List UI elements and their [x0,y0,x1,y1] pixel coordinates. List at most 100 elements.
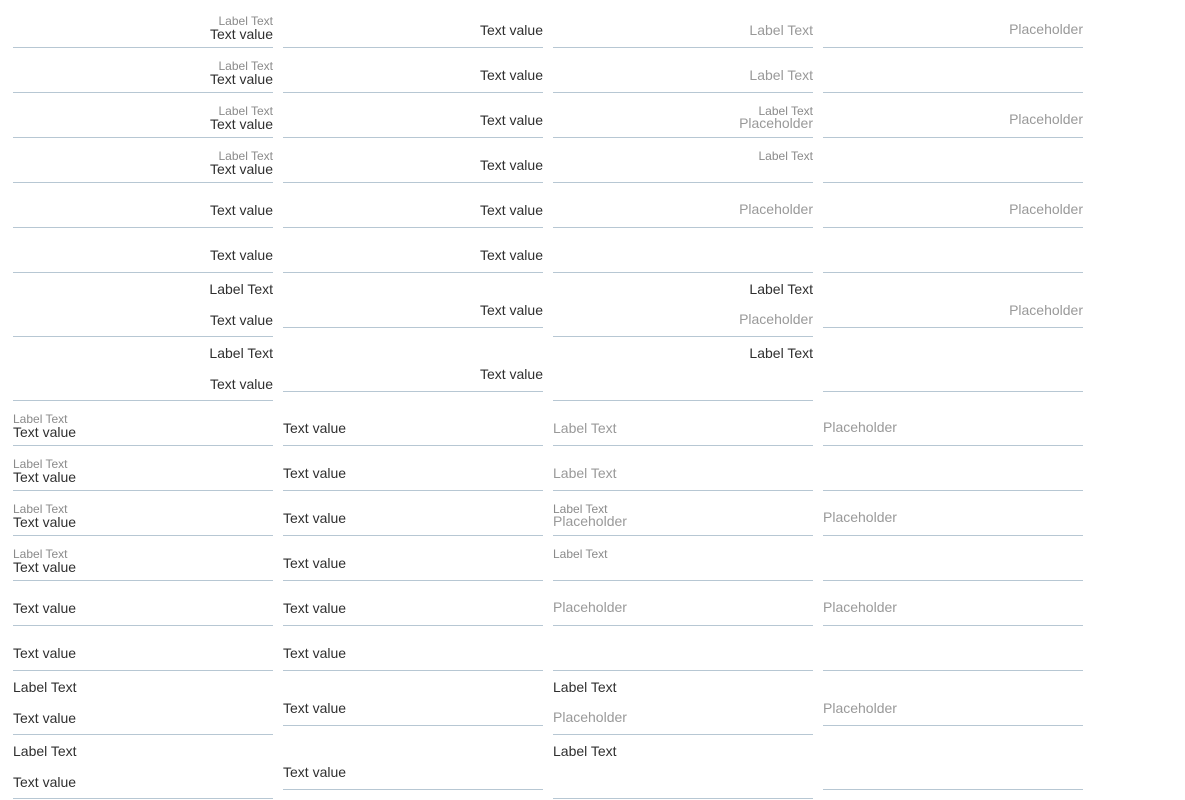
text-field[interactable]: Text value [283,626,543,671]
text-field[interactable] [823,337,1083,392]
text-field[interactable]: Text value [13,183,273,228]
field-label: Label Text [553,743,617,759]
text-field[interactable]: Text value [283,581,543,626]
field-value: Text value [479,202,543,218]
text-field[interactable]: Label Text [553,446,813,491]
text-field[interactable] [823,446,1083,491]
text-field[interactable]: Label Text Text value [13,536,273,581]
text-field[interactable]: Text value [283,337,543,392]
field-value: Text value [13,514,77,530]
field-value: Text value [13,600,77,616]
text-field[interactable]: Text value [283,183,543,228]
text-field[interactable]: Label Text Placeholder [553,491,813,536]
field-value: Text value [479,302,543,318]
text-field[interactable]: Label Text Text value [13,735,273,799]
text-field[interactable]: Placeholder [823,183,1083,228]
text-field[interactable]: Label Text [553,735,813,799]
field-label: Label Text [209,281,273,297]
text-field[interactable]: Label Text Text value [13,446,273,491]
field-value: Text value [283,764,347,780]
text-field[interactable]: Label Text Text value [13,138,273,183]
text-field[interactable]: Label Text [553,48,813,93]
text-field[interactable] [553,626,813,671]
text-field[interactable]: Text value [283,48,543,93]
text-field[interactable]: Text value [283,0,543,48]
text-field[interactable]: Text value [283,536,543,581]
field-value: Text value [479,247,543,263]
text-field[interactable]: Label Text [553,401,813,446]
field-value: Text value [209,116,273,132]
field-value: Text value [13,710,77,726]
text-field[interactable]: Placeholder [823,401,1083,446]
field-label: Label Text [209,345,273,361]
text-field[interactable]: Text value [283,446,543,491]
text-field[interactable]: Text value [283,273,543,328]
field-placeholder: Placeholder [823,700,897,716]
field-label: Label Text [758,149,814,163]
text-field[interactable]: Label Text Text value [13,273,273,337]
field-placeholder: Placeholder [823,419,897,435]
field-value: Text value [209,161,273,177]
text-field[interactable]: Placeholder [553,183,813,228]
text-field[interactable]: Label Text Placeholder [553,671,813,735]
field-placeholder: Placeholder [1009,111,1083,127]
field-label: Label Text [749,281,813,297]
text-field[interactable]: Placeholder [823,491,1083,536]
field-value: Text value [283,420,347,436]
field-value: Text value [283,600,347,616]
text-field[interactable]: Placeholder [823,671,1083,726]
text-field[interactable]: Text value [283,401,543,446]
text-field[interactable]: Placeholder [823,0,1083,48]
text-field[interactable]: Label Text Text value [13,48,273,93]
text-field[interactable]: Label Text Text value [13,337,273,401]
text-field[interactable] [823,735,1083,790]
field-placeholder: Placeholder [739,201,813,217]
field-value: Text value [13,645,77,661]
field-value: Text value [283,700,347,716]
field-placeholder: Placeholder [1009,201,1083,217]
text-field[interactable]: Placeholder [823,93,1083,138]
text-field[interactable]: Placeholder [823,581,1083,626]
text-field[interactable] [823,536,1083,581]
text-field[interactable]: Text value [283,671,543,726]
text-field[interactable]: Text value [13,228,273,273]
field-value: Text value [479,157,543,173]
text-field[interactable]: Text value [283,735,543,790]
field-placeholder: Placeholder [823,599,897,615]
text-field[interactable]: Label Text Text value [13,93,273,138]
text-field[interactable] [823,626,1083,671]
text-field[interactable]: Label Text Text value [13,671,273,735]
text-field[interactable]: Text value [283,93,543,138]
field-placeholder: Placeholder [1009,302,1083,318]
field-label: Label Text [13,679,77,695]
text-field[interactable] [823,138,1083,183]
field-value: Text value [209,247,273,263]
text-field[interactable]: Label Text Text value [13,0,273,48]
text-field[interactable]: Text value [13,581,273,626]
field-label: Label Text [749,345,813,361]
text-field[interactable]: Text value [13,626,273,671]
text-field[interactable] [823,48,1083,93]
field-label: Label Text [553,547,608,561]
field-value: Text value [283,645,347,661]
text-field[interactable]: Label Text Placeholder [553,273,813,337]
text-field[interactable]: Label Text [553,0,813,48]
text-field[interactable]: Label Text Text value [13,491,273,536]
text-field[interactable]: Label Text Placeholder [553,93,813,138]
field-label: Label Text [749,22,813,38]
text-field[interactable]: Placeholder [823,273,1083,328]
text-field[interactable]: Text value [283,228,543,273]
field-placeholder: Placeholder [553,709,627,725]
field-value: Text value [209,71,273,87]
text-field[interactable]: Label Text [553,138,813,183]
text-field[interactable]: Placeholder [553,581,813,626]
text-field[interactable] [823,228,1083,273]
text-field[interactable]: Label Text [553,536,813,581]
field-value: Text value [479,67,543,83]
text-field[interactable]: Label Text Text value [13,401,273,446]
text-field[interactable] [553,228,813,273]
text-field[interactable]: Label Text [553,337,813,401]
text-field[interactable]: Text value [283,138,543,183]
field-value: Text value [209,26,273,42]
text-field[interactable]: Text value [283,491,543,536]
